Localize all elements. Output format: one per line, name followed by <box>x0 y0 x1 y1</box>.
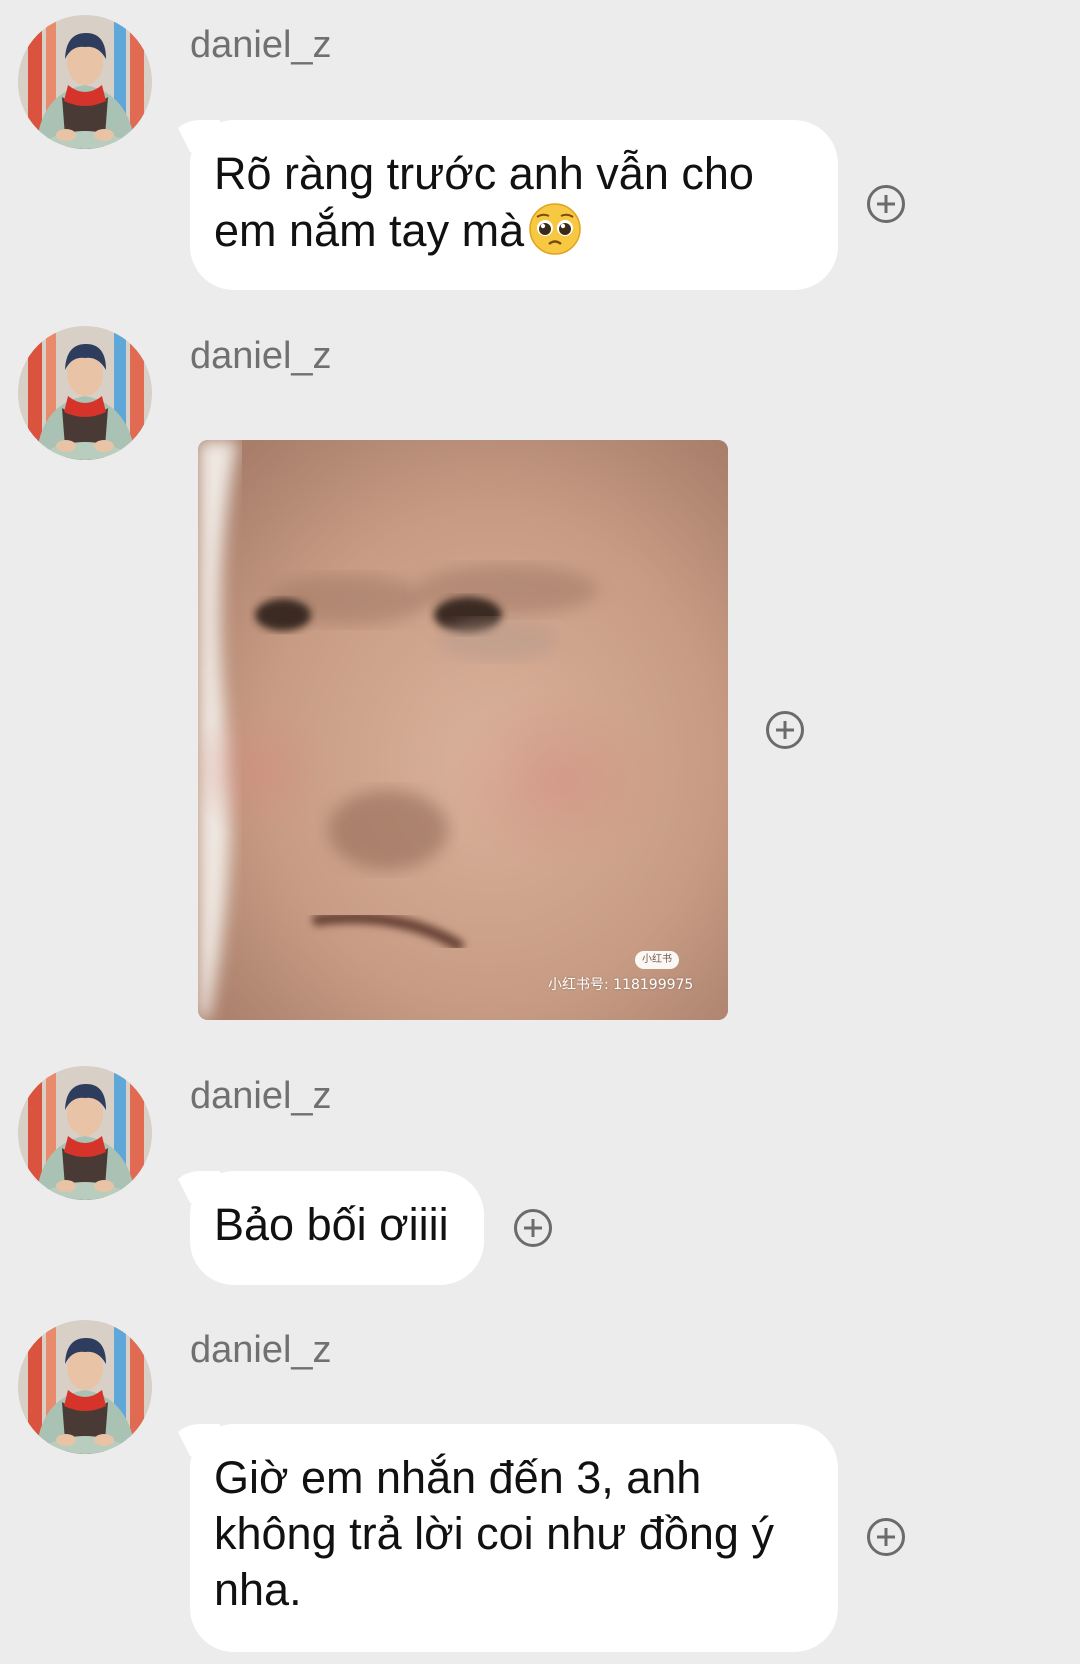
message-text-line: Rõ ràng trước anh vẫn cho <box>214 148 754 199</box>
watermark-badge: 小红书 <box>635 951 679 969</box>
watermark-text: 小红书号: 118199975 <box>548 977 694 993</box>
sender-name: daniel_z <box>190 1329 332 1371</box>
sender-name: daniel_z <box>190 24 332 66</box>
avatar[interactable] <box>18 1320 152 1454</box>
message-text-line: em nắm tay mà <box>214 202 812 259</box>
pleading-face-emoji <box>528 202 582 256</box>
avatar[interactable] <box>18 326 152 460</box>
message-bubble[interactable]: Bảo bối ơiiii <box>190 1171 484 1285</box>
plus-circle-icon[interactable] <box>867 1518 905 1556</box>
message-bubble[interactable]: Giờ em nhắn đến 3, anh không trả lời coi… <box>190 1424 838 1652</box>
avatar[interactable] <box>18 15 152 149</box>
message-text-line: nha. <box>214 1564 302 1615</box>
message-bubble[interactable]: Rõ ràng trước anh vẫn cho em nắm tay mà <box>190 120 838 290</box>
message-text: em nắm tay mà <box>214 205 525 256</box>
message-text-line: không trả lời coi như đồng ý <box>214 1508 774 1559</box>
plus-circle-icon[interactable] <box>514 1209 552 1247</box>
plus-circle-icon[interactable] <box>867 185 905 223</box>
baby-face-photo <box>198 440 728 1020</box>
sender-name: daniel_z <box>190 335 332 377</box>
avatar-photo <box>18 326 152 460</box>
image-message[interactable]: 小红书 小红书号: 118199975 <box>198 440 728 1020</box>
sender-name: daniel_z <box>190 1075 332 1117</box>
message-text-line: Giờ em nhắn đến 3, anh <box>214 1452 702 1503</box>
avatar-photo <box>18 1066 152 1200</box>
avatar[interactable] <box>18 1066 152 1200</box>
avatar-photo <box>18 15 152 149</box>
avatar-photo <box>18 1320 152 1454</box>
plus-circle-icon[interactable] <box>766 711 804 749</box>
